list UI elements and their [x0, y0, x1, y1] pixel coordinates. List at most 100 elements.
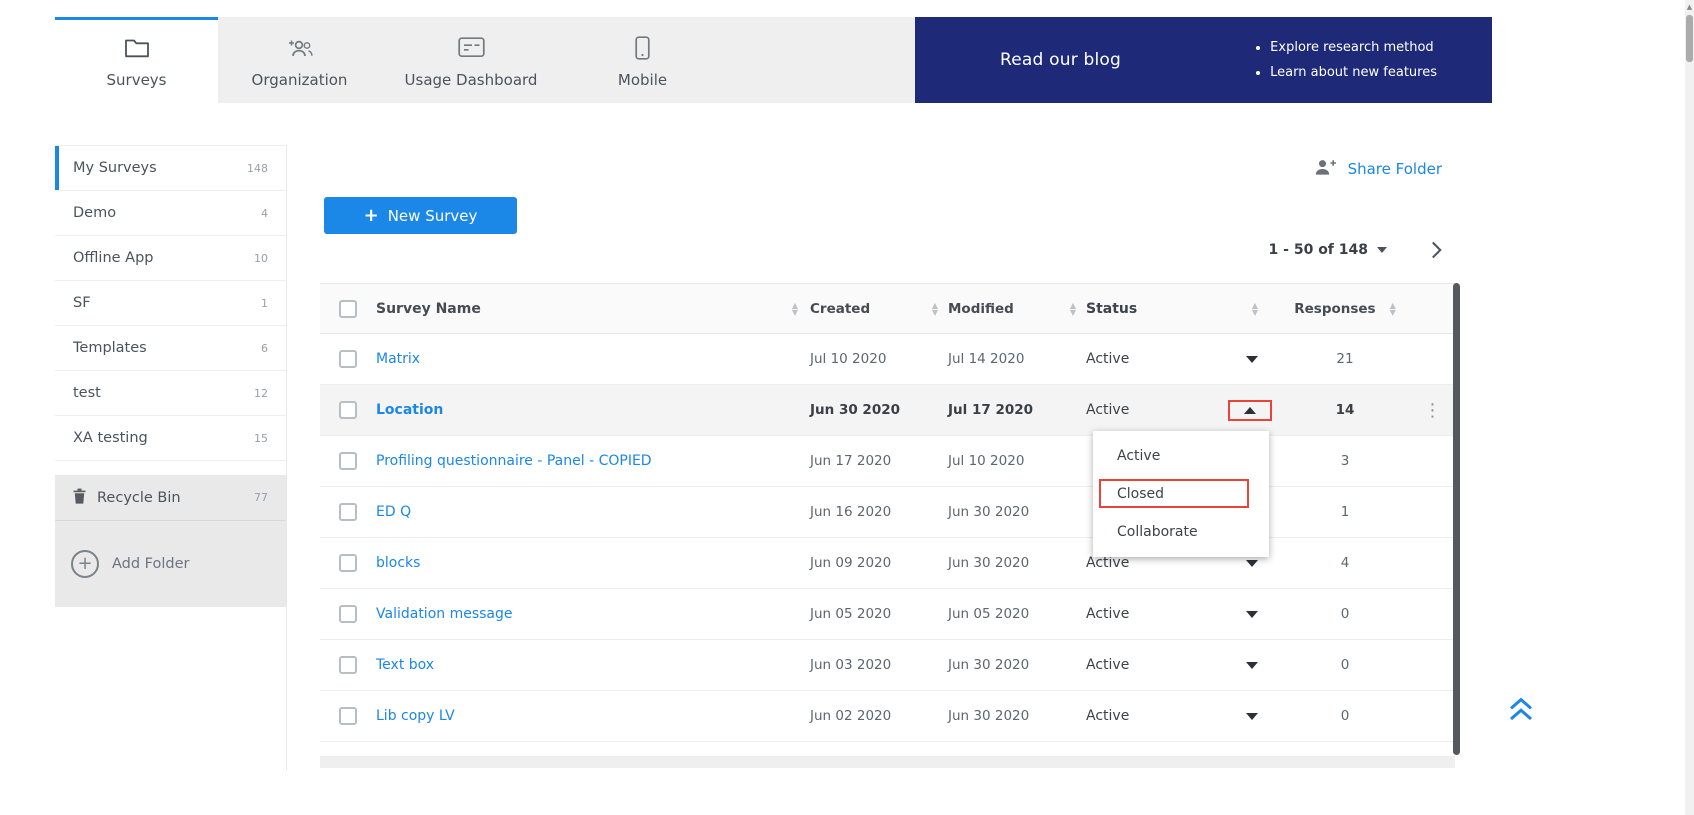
menu-item-closed[interactable]: Closed [1093, 475, 1269, 513]
row-checkbox[interactable] [339, 401, 357, 419]
folder-count: 1 [261, 297, 268, 310]
sidebar-folder-offline-app[interactable]: Offline App 10 [55, 236, 286, 281]
created-cell: Jun 09 2020 [810, 555, 948, 571]
row-menu-kebab-icon[interactable]: ⋮ [1410, 400, 1455, 421]
organization-people-icon [286, 35, 314, 61]
modified-cell: Jul 14 2020 [948, 351, 1086, 367]
sidebar-folder-xa-testing[interactable]: XA testing 15 [55, 416, 286, 461]
status-dropdown-caret-open[interactable] [1244, 407, 1256, 414]
table-row: ED Q Jun 16 2020 Jun 30 2020 1 [320, 487, 1455, 538]
column-header-responses[interactable]: Responses [1280, 301, 1410, 317]
table-scrollbar[interactable] [1453, 283, 1460, 755]
created-cell: Jun 02 2020 [810, 708, 948, 724]
column-header-created[interactable]: Created [810, 301, 948, 317]
table-row: Lib copy LV Jun 02 2020 Jun 30 2020 Acti… [320, 691, 1455, 742]
tab-surveys[interactable]: Surveys [55, 17, 218, 103]
row-checkbox[interactable] [339, 554, 357, 572]
column-header-modified[interactable]: Modified [948, 301, 1086, 317]
folder-label: Templates [73, 340, 147, 356]
row-checkbox[interactable] [339, 707, 357, 725]
status-cell: Active [1086, 351, 1280, 367]
scrollbar-thumb[interactable] [1686, 15, 1693, 62]
survey-name-link[interactable]: Location [376, 402, 443, 418]
row-checkbox[interactable] [339, 452, 357, 470]
status-dropdown-caret[interactable] [1246, 662, 1258, 669]
created-cell: Jul 10 2020 [810, 351, 948, 367]
created-cell: Jun 17 2020 [810, 453, 948, 469]
status-label: Active [1086, 351, 1129, 367]
folder-count: 6 [261, 342, 268, 355]
status-cell: Active [1086, 708, 1280, 724]
blog-banner[interactable]: Read our blog Explore research method Le… [915, 17, 1492, 103]
sidebar-folder-my-surveys[interactable]: My Surveys 148 [55, 146, 286, 191]
status-dropdown-caret[interactable] [1246, 356, 1258, 363]
status-dropdown-caret[interactable] [1246, 713, 1258, 720]
sort-icon[interactable] [1070, 302, 1076, 316]
table-row-selected: Location Jun 30 2020 Jul 17 2020 Active … [320, 385, 1455, 436]
status-dropdown-caret[interactable] [1246, 560, 1258, 567]
created-cell: Jun 16 2020 [810, 504, 948, 520]
survey-name-link[interactable]: Text box [376, 657, 434, 673]
modified-cell: Jul 17 2020 [948, 402, 1086, 418]
modified-cell: Jun 30 2020 [948, 504, 1086, 520]
sort-icon[interactable] [1252, 302, 1258, 316]
responses-cell: 0 [1280, 657, 1410, 673]
tab-label: Organization [252, 71, 348, 89]
row-checkbox[interactable] [339, 503, 357, 521]
folder-count: 10 [254, 252, 268, 265]
survey-name-link[interactable]: Matrix [376, 351, 420, 367]
double-chevron-up-icon [1506, 695, 1536, 723]
pagination-caret-down-icon[interactable] [1377, 247, 1387, 253]
table-row: Text box Jun 03 2020 Jun 30 2020 Active … [320, 640, 1455, 691]
status-dropdown-caret[interactable] [1246, 611, 1258, 618]
table-horizontal-scrollbar[interactable] [320, 756, 1455, 768]
sidebar-folder-test[interactable]: test 12 [55, 371, 286, 416]
tab-mobile[interactable]: Mobile [561, 17, 724, 103]
share-folder-button[interactable]: Share Folder [1313, 158, 1442, 180]
status-label: Active [1086, 402, 1129, 418]
row-checkbox[interactable] [339, 656, 357, 674]
column-header-status[interactable]: Status [1086, 301, 1280, 317]
back-to-top-button[interactable] [1506, 695, 1538, 727]
menu-item-active[interactable]: Active [1093, 437, 1269, 475]
modified-cell: Jun 30 2020 [948, 657, 1086, 673]
menu-item-collaborate[interactable]: Collaborate [1093, 513, 1269, 551]
select-all-checkbox[interactable] [339, 300, 357, 318]
sidebar-folder-templates[interactable]: Templates 6 [55, 326, 286, 371]
sort-icon[interactable] [932, 302, 938, 316]
page-scrollbar[interactable]: ▲ [1685, 0, 1694, 815]
sidebar-recycle-bin[interactable]: Recycle Bin 77 [55, 475, 286, 521]
trash-icon [73, 488, 86, 508]
folder-label: Offline App [73, 250, 154, 266]
responses-cell: 3 [1280, 453, 1410, 469]
recycle-bin-label: Recycle Bin [97, 490, 181, 506]
pagination-range[interactable]: 1 - 50 of 148 [1269, 242, 1368, 258]
sort-icon[interactable] [792, 302, 798, 316]
sidebar-folder-sf[interactable]: SF 1 [55, 281, 286, 326]
new-survey-button[interactable]: + New Survey [324, 197, 517, 234]
status-label: Active [1086, 708, 1129, 724]
survey-name-link[interactable]: ED Q [376, 504, 411, 520]
row-checkbox[interactable] [339, 350, 357, 368]
table-header-row: Survey Name Created Modified Status Resp… [320, 283, 1455, 334]
recycle-bin-count: 77 [254, 491, 268, 504]
share-person-icon [1313, 158, 1337, 180]
modified-cell: Jun 30 2020 [948, 555, 1086, 571]
survey-name-link[interactable]: Lib copy LV [376, 708, 455, 724]
column-header-survey-name[interactable]: Survey Name [376, 301, 810, 317]
survey-name-link[interactable]: Validation message [376, 606, 513, 622]
sort-icon[interactable] [1390, 302, 1396, 316]
usage-dashboard-icon [458, 35, 485, 61]
survey-name-link[interactable]: Profiling questionnaire - Panel - COPIED [376, 453, 652, 469]
row-checkbox[interactable] [339, 605, 357, 623]
next-page-button[interactable] [1431, 241, 1442, 259]
scrollbar-up-arrow-icon[interactable]: ▲ [1685, 3, 1694, 11]
sidebar-folder-demo[interactable]: Demo 4 [55, 191, 286, 236]
select-all-cell [320, 300, 376, 318]
folder-label: My Surveys [73, 160, 157, 176]
tab-organization[interactable]: Organization [218, 17, 381, 103]
survey-name-link[interactable]: blocks [376, 555, 420, 571]
add-folder-label: Add Folder [112, 556, 190, 572]
add-folder-button[interactable]: + Add Folder [55, 521, 286, 607]
tab-usage-dashboard[interactable]: Usage Dashboard [381, 17, 561, 103]
